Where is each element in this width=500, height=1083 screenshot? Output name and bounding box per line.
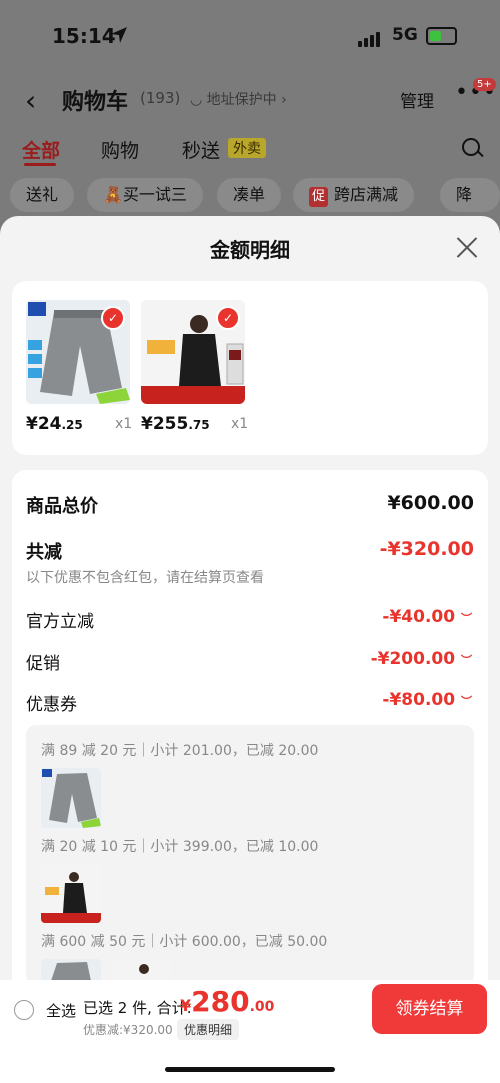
tab-shopping[interactable]: 购物 (101, 136, 139, 163)
tab-all[interactable]: 全部 (22, 136, 60, 163)
shorts-thumb-image (41, 768, 101, 828)
total-amount: ¥280.00 (180, 985, 274, 1018)
coupon-line-1: 满 89 减 20 元｜小计 201.00，已减 20.00 (41, 743, 319, 759)
discount-summary: 优惠减:¥320.00 (83, 1023, 173, 1037)
price-dec: .75 (188, 418, 210, 432)
product-qty-1: x1 (115, 416, 133, 432)
coupon-thumb-shorts-2 (41, 959, 101, 981)
selected-check-icon: ✓ (216, 306, 240, 330)
chip-gift[interactable]: 送礼 (10, 178, 75, 212)
chevron-down-icon: ︶ (461, 612, 472, 625)
promo-tag-icon: 促 (309, 187, 329, 207)
jacket-thumb-image (111, 959, 171, 981)
chip-try[interactable]: 🧸买一试三 (87, 178, 203, 212)
chip-cross-store-label: 跨店满减 (334, 185, 399, 204)
shorts-thumb-image (41, 959, 101, 981)
promotion-row[interactable]: -¥200.00 ︶ (371, 649, 472, 669)
network-type: 5G (392, 25, 418, 45)
reduce-note: 以下优惠不包含红包，请在结算页查看 (26, 570, 264, 586)
coupon-thumb-jacket (41, 863, 101, 923)
reduce-value: -¥320.00 (379, 538, 474, 560)
cart-count: (193) (140, 89, 181, 107)
chevron-down-icon: ︶ (461, 695, 472, 708)
more-badge: 5+ (473, 78, 496, 91)
price-int: ¥24 (26, 414, 62, 434)
chevron-down-icon: ︶ (461, 654, 472, 667)
coupon-thumb-jacket-2 (111, 959, 171, 981)
coupon-row[interactable]: -¥80.00 ︶ (382, 690, 472, 710)
coupon-value: -¥80.00 (382, 690, 456, 710)
location-arrow-icon (111, 27, 127, 43)
total-value: ¥600.00 (387, 492, 474, 514)
official-discount-row[interactable]: -¥40.00 ︶ (382, 607, 472, 627)
total-dec: .00 (249, 999, 275, 1015)
chip-fill-order[interactable]: 凑单 (217, 178, 282, 212)
chip-price-drop[interactable]: 降价 (440, 178, 500, 238)
product-qty-2: x1 (231, 416, 249, 432)
coupon-thumb-shorts (41, 768, 101, 828)
close-icon[interactable] (456, 236, 478, 258)
product-price-2: ¥255.75 (141, 414, 210, 434)
coupon-line-3: 满 600 减 50 元｜小计 600.00，已减 50.00 (41, 934, 328, 950)
official-discount-label: 官方立减 (26, 612, 94, 632)
status-time: 15:14 (52, 24, 116, 48)
reduce-label: 共减 (26, 542, 62, 563)
product-price-1: ¥24.25 (26, 414, 83, 434)
jacket-thumb-image (41, 863, 101, 923)
page-title: 购物车 (62, 90, 129, 115)
total-label: 商品总价 (26, 496, 98, 517)
official-discount-value: -¥40.00 (382, 607, 456, 627)
discount-detail-button[interactable]: 优惠明细 (177, 1019, 240, 1040)
price-dec: .25 (61, 418, 83, 432)
promotion-value: -¥200.00 (370, 649, 456, 669)
search-icon[interactable] (462, 138, 480, 156)
price-int: ¥255 (141, 414, 189, 434)
signal-icon (358, 28, 382, 47)
sheet-title: 金额明细 (210, 238, 290, 262)
tab-miaosong[interactable]: 秒送 (182, 136, 220, 163)
currency-symbol: ¥ (180, 996, 192, 1015)
checkout-button[interactable]: 领券结算 (372, 984, 487, 1034)
tab-all-underline (24, 163, 56, 166)
promotion-label: 促销 (26, 654, 60, 674)
home-indicator (165, 1067, 335, 1072)
coupon-line-2: 满 20 减 10 元｜小计 399.00，已减 10.00 (41, 839, 319, 855)
chip-cross-store[interactable]: 促跨店满减 (293, 178, 415, 212)
back-chevron-icon[interactable]: ‹ (25, 84, 36, 117)
select-all-radio[interactable] (14, 1000, 34, 1020)
selected-check-icon: ✓ (101, 306, 125, 330)
chip-try-label: 买一试三 (122, 185, 187, 204)
selected-summary: 已选 2 件, 合计: (83, 999, 192, 1017)
waimai-tag: 外卖 (228, 138, 266, 158)
total-int: 280 (191, 985, 250, 1018)
manage-button[interactable]: 管理 (400, 87, 434, 112)
battery-icon (426, 27, 457, 45)
coupon-label: 优惠券 (26, 695, 77, 715)
address-protection[interactable]: ◡ 地址保护中 › (190, 89, 287, 109)
select-all-label[interactable]: 全选 (46, 1000, 76, 1021)
address-label: 地址保护中 › (206, 92, 287, 108)
